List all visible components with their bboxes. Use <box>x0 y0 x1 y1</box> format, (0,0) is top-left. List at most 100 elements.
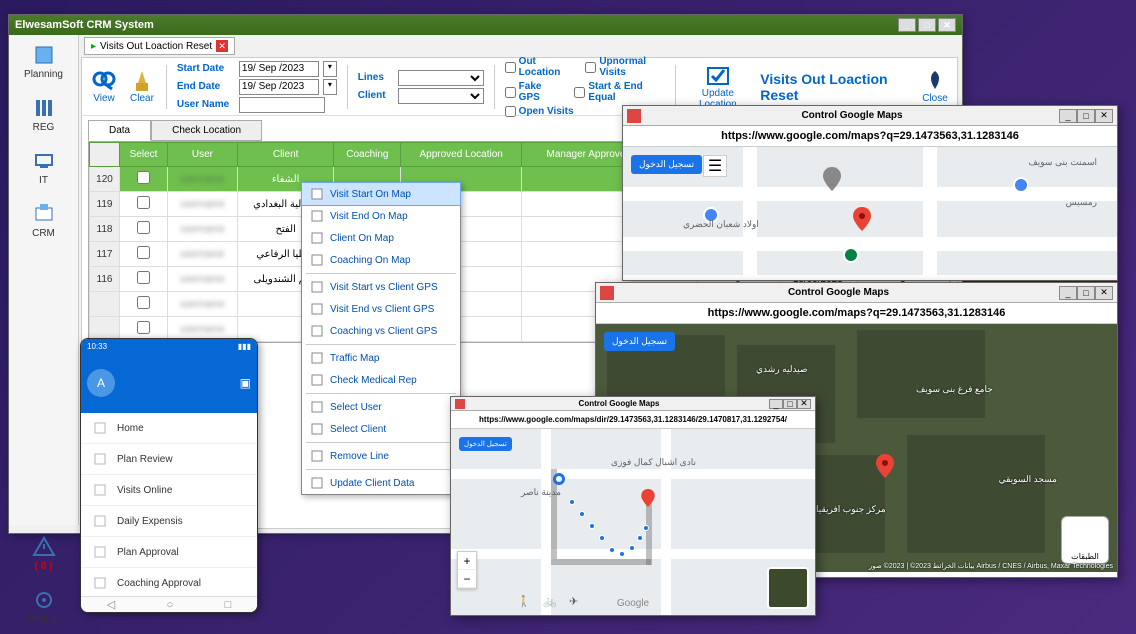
end-date-input[interactable] <box>239 79 319 95</box>
date-spinner[interactable]: ▾ <box>323 79 337 95</box>
context-menu-item[interactable]: Remove Line <box>302 445 460 467</box>
close-button[interactable]: Close <box>921 69 949 104</box>
phone-menu-item[interactable]: Home <box>81 413 257 444</box>
phone-menu-item[interactable]: Visits Online <box>81 475 257 506</box>
tab-visits-out-location[interactable]: ▸ Visits Out Loaction Reset ✕ <box>84 37 235 55</box>
phone-menu-item[interactable]: Coaching Approval <box>81 568 257 599</box>
tab-check-location[interactable]: Check Location <box>151 120 262 141</box>
camera-icon[interactable]: ▣ <box>240 376 251 390</box>
close-button[interactable]: ✕ <box>938 18 956 32</box>
maximize-button[interactable]: □ <box>918 18 936 32</box>
context-menu-item[interactable]: Select User <box>302 396 460 418</box>
map-maximize-button[interactable]: □ <box>1077 109 1095 123</box>
map-menu-button[interactable]: ☰ <box>703 155 727 177</box>
map-canvas[interactable]: تسجيل الدخول ☰ اولاد شعبان الحضري اسمنت … <box>623 147 1117 275</box>
map-canvas-directions[interactable]: تسجيل الدخول + − 🚶 🚲 ✈ Google مدينة ناصر… <box>451 429 815 615</box>
tab-data[interactable]: Data <box>88 120 151 141</box>
map-title: Control Google Maps <box>645 110 1059 121</box>
plane-icon[interactable]: ✈ <box>569 595 583 609</box>
update-location-button[interactable]: Update Location <box>685 64 750 110</box>
sidebar-item-planning[interactable]: Planning <box>9 35 78 88</box>
context-menu-item[interactable]: Check Medical Rep <box>302 369 460 391</box>
start-end-equal-check[interactable]: Start & End Equal <box>574 81 664 103</box>
sidebar-item-settings[interactable]: Settings <box>9 580 78 633</box>
phone-menu-item[interactable]: Daily Expensis <box>81 506 257 537</box>
view-button[interactable]: View <box>90 69 118 104</box>
zoom-in-button[interactable]: + <box>458 552 476 570</box>
minimize-button[interactable]: _ <box>898 18 916 32</box>
map-login-button[interactable]: تسجيل الدخول <box>459 437 512 451</box>
fake-gps-check[interactable]: Fake GPS <box>505 81 561 103</box>
row-select-check[interactable] <box>137 271 150 284</box>
map-minimize-button[interactable]: _ <box>1059 109 1077 123</box>
context-menu-item[interactable]: Traffic Map <box>302 347 460 369</box>
grid-header[interactable]: Select <box>120 143 168 167</box>
lines-combo[interactable] <box>398 70 484 86</box>
sidebar-item-crm[interactable]: CRM <box>9 194 78 247</box>
map-maximize-button[interactable]: □ <box>1077 286 1095 300</box>
row-select-check[interactable] <box>137 296 150 309</box>
phone-nav-bar: ◁ ○ □ <box>81 596 257 612</box>
map-login-button[interactable]: تسجيل الدخول <box>604 332 675 351</box>
grid-header[interactable] <box>90 143 120 167</box>
broom-icon <box>128 69 156 93</box>
client-combo[interactable] <box>398 88 484 104</box>
context-menu-item[interactable]: Visit Start On Map <box>301 182 461 206</box>
phone-menu-item[interactable]: Plan Approval <box>81 537 257 568</box>
walk-icon[interactable]: 🚶 <box>517 595 531 609</box>
date-spinner[interactable]: ▾ <box>323 61 337 77</box>
zoom-out-button[interactable]: − <box>458 570 476 588</box>
map-login-button[interactable]: تسجيل الدخول <box>631 155 702 174</box>
map-close-button[interactable]: ✕ <box>1095 109 1113 123</box>
home-icon[interactable]: ○ <box>167 599 174 611</box>
clear-button[interactable]: Clear <box>128 69 156 104</box>
google-logo: Google <box>617 598 649 609</box>
sidebar-item-it[interactable]: IT <box>9 141 78 194</box>
context-menu-item[interactable]: Select Client <box>302 418 460 440</box>
user-name-label: User Name <box>177 99 235 110</box>
row-select-check[interactable] <box>137 171 150 184</box>
upnormal-visits-check[interactable]: Upnormal Visits <box>585 56 664 78</box>
layers-button[interactable]: الطبقات <box>1061 516 1109 564</box>
sidebar-item-alerts[interactable]: ( 0 ) <box>9 527 78 580</box>
phone-menu-item[interactable]: Plan Review <box>81 444 257 475</box>
context-menu-item[interactable]: Client On Map <box>302 227 460 249</box>
map-close-button[interactable]: ✕ <box>797 399 811 409</box>
start-date-input[interactable] <box>239 61 319 77</box>
context-menu-item[interactable]: Visit Start vs Client GPS <box>302 276 460 298</box>
open-visits-check[interactable]: Open Visits <box>505 106 574 117</box>
row-select-check[interactable] <box>137 321 150 334</box>
recent-icon[interactable]: □ <box>225 599 232 611</box>
map-app-icon <box>600 286 614 300</box>
sidebar-item-reg[interactable]: REG <box>9 88 78 141</box>
grid-header[interactable]: Coaching <box>334 143 401 167</box>
row-select-check[interactable] <box>137 221 150 234</box>
back-icon[interactable]: ◁ <box>107 598 115 611</box>
user-name-input[interactable] <box>239 97 325 113</box>
map-url-bar: https://www.google.com/maps?q=29.1473563… <box>623 126 1117 147</box>
grid-header[interactable]: User <box>168 143 238 167</box>
map-title: Control Google Maps <box>469 399 769 408</box>
satellite-toggle[interactable] <box>767 567 809 609</box>
bike-icon[interactable]: 🚲 <box>543 595 557 609</box>
lines-label: Lines <box>358 72 394 83</box>
alert-count: ( 0 ) <box>35 561 53 572</box>
row-select-check[interactable] <box>137 196 150 209</box>
left-sidebar: Planning REG IT CRM ( 0 ) Settings <box>9 35 79 525</box>
row-select-check[interactable] <box>137 246 150 259</box>
out-location-check[interactable]: Out Location <box>505 56 572 78</box>
context-menu-item[interactable]: Coaching vs Client GPS <box>302 320 460 342</box>
map-maximize-button[interactable]: □ <box>783 399 797 409</box>
map-close-button[interactable]: ✕ <box>1095 286 1113 300</box>
context-menu-item[interactable]: Coaching On Map <box>302 249 460 271</box>
context-menu-item[interactable]: Update Client Data <box>302 472 460 494</box>
map-minimize-button[interactable]: _ <box>769 399 783 409</box>
grid-header[interactable]: Client <box>237 143 334 167</box>
grid-header[interactable]: Approved Location <box>401 143 522 167</box>
map-minimize-button[interactable]: _ <box>1059 286 1077 300</box>
map-app-icon <box>627 109 641 123</box>
context-menu-item[interactable]: Visit End On Map <box>302 205 460 227</box>
context-menu-item[interactable]: Visit End vs Client GPS <box>302 298 460 320</box>
tab-close-icon[interactable]: ✕ <box>216 40 228 52</box>
page-icon <box>310 209 324 223</box>
